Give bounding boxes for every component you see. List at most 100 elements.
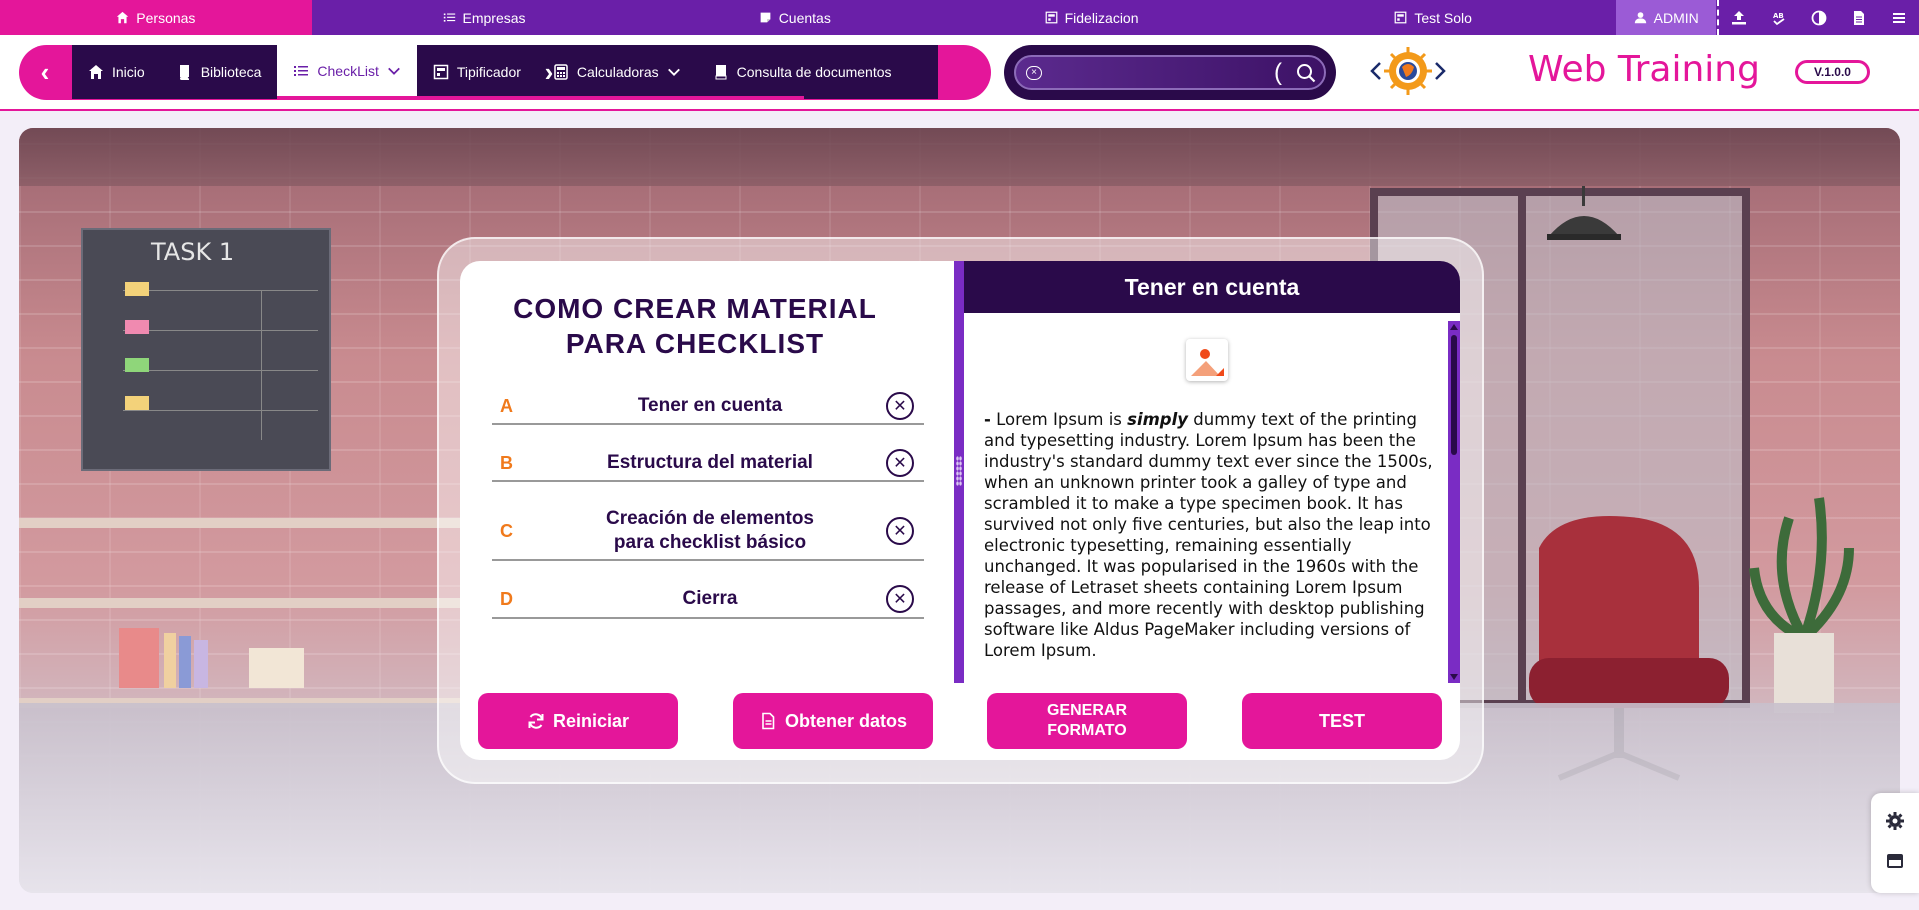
nav-item-tipificador[interactable]: Tipificador xyxy=(417,45,537,99)
tab-label: Fidelizacion xyxy=(1064,9,1139,26)
option-letter: A xyxy=(500,395,513,416)
text-start: Lorem Ipsum is xyxy=(996,410,1122,429)
list-icon xyxy=(443,13,455,22)
text-rest: dummy text of the printing and typesetti… xyxy=(984,410,1433,660)
chevron-down-icon xyxy=(667,68,680,76)
tab-label: Empresas xyxy=(462,9,526,26)
search-input[interactable] xyxy=(1048,60,1268,86)
home-icon xyxy=(89,65,103,79)
option-a[interactable]: A Tener en cuenta ✕ xyxy=(492,389,924,425)
grip-icon xyxy=(956,456,962,486)
option-label: Tener en cuenta xyxy=(637,395,783,416)
heading-line: PARA CHECKLIST xyxy=(565,328,825,359)
chevron-left-icon: ‹ xyxy=(40,57,50,87)
test-button[interactable]: TEST xyxy=(1242,693,1442,749)
nav-item-label: Biblioteca xyxy=(200,64,262,80)
tab-label: Personas xyxy=(136,9,196,26)
spelling-button[interactable]: AB xyxy=(1759,0,1799,35)
tab-label: Cuentas xyxy=(778,9,831,26)
version-badge: V.1.0.0 xyxy=(1795,60,1870,84)
book-icon xyxy=(715,65,727,80)
upload-icon xyxy=(1732,10,1746,24)
home-icon xyxy=(117,11,129,24)
toolbar-tools: AB xyxy=(1717,0,1919,35)
tab-test-solo[interactable]: Test Solo xyxy=(1250,0,1617,35)
content-panel: Tener en cuenta - Lorem Ipsum is simply … xyxy=(964,261,1460,683)
scroll-thumb[interactable] xyxy=(1451,335,1457,455)
close-icon[interactable]: ✕ xyxy=(886,449,914,477)
menu-icon xyxy=(1893,12,1905,23)
search-icon[interactable] xyxy=(1296,63,1316,83)
note-icon xyxy=(760,12,771,23)
book-icon xyxy=(179,65,189,80)
chevron-right-icon: › xyxy=(544,57,554,87)
tab-label: Test Solo xyxy=(1414,9,1472,26)
close-icon[interactable]: ✕ xyxy=(886,517,914,545)
checklist-card: COMO CREAR MATERIAL PARA CHECKLIST A Ten… xyxy=(460,261,1460,760)
panel-text: - Lorem Ipsum is simply dummy text of th… xyxy=(984,409,1434,661)
nav-items: Inicio Biblioteca CheckList Tipificador … xyxy=(72,45,938,99)
ceiling xyxy=(19,128,1900,186)
heading-line: COMO CREAR MATERIAL xyxy=(513,293,877,324)
reset-button[interactable]: Reiniciar xyxy=(478,693,678,749)
panel-resizer[interactable] xyxy=(954,261,964,683)
close-icon[interactable]: ✕ xyxy=(886,585,914,613)
panel-scrollbar[interactable] xyxy=(1448,321,1460,683)
settings-button[interactable] xyxy=(1871,801,1919,841)
checklist-heading: COMO CREAR MATERIAL PARA CHECKLIST xyxy=(490,291,900,361)
nav-item-label: Tipificador xyxy=(456,64,521,80)
button-label: GENERAR FORMATO xyxy=(1047,701,1127,741)
chevron-down-icon xyxy=(387,67,400,75)
nav-next-button[interactable]: › xyxy=(523,45,575,100)
tab-empresas[interactable]: Empresas xyxy=(312,0,657,35)
generate-format-button[interactable]: GENERAR FORMATO xyxy=(987,693,1187,749)
close-icon[interactable]: ✕ xyxy=(886,392,914,420)
menu-button[interactable] xyxy=(1879,0,1919,35)
button-label: Reiniciar xyxy=(552,710,630,731)
button-label-line: GENERAR xyxy=(1046,702,1127,719)
option-d[interactable]: D Cierra ✕ xyxy=(492,581,924,619)
tab-fidelizacion[interactable]: Fidelizacion xyxy=(933,0,1250,35)
nav-item-label: Calculadoras xyxy=(576,64,659,80)
panel-title: Tener en cuenta xyxy=(964,261,1460,313)
refresh-icon xyxy=(528,713,544,729)
window-icon xyxy=(1394,11,1407,24)
option-b[interactable]: B Estructura del material ✕ xyxy=(492,446,924,482)
tab-personas[interactable]: Personas xyxy=(0,0,312,35)
nav-item-biblioteca[interactable]: Biblioteca xyxy=(161,45,278,99)
scroll-up-icon[interactable] xyxy=(1450,324,1458,330)
option-letter: C xyxy=(500,520,513,541)
image-icon xyxy=(1186,339,1228,381)
clear-search-icon[interactable]: × xyxy=(1026,66,1042,80)
nav-item-label: CheckList xyxy=(317,62,379,79)
plant-illustration xyxy=(1749,497,1854,713)
button-label: Obtener datos xyxy=(784,710,908,731)
panel-button[interactable] xyxy=(1871,841,1919,881)
option-label-line: para checklist básico xyxy=(613,532,807,553)
scroll-down-icon[interactable] xyxy=(1450,674,1458,680)
app-title: Web Training xyxy=(1528,49,1760,90)
contrast-button[interactable] xyxy=(1799,0,1839,35)
option-c[interactable]: C Creación de elementos para checklist b… xyxy=(492,503,924,561)
window-icon xyxy=(1887,854,1903,868)
admin-button[interactable]: ADMIN xyxy=(1616,0,1716,35)
nav-item-consulta[interactable]: Consulta de documentos xyxy=(697,45,908,99)
nav-item-checklist[interactable]: CheckList xyxy=(277,45,417,99)
document-icon xyxy=(762,712,775,730)
search-box: × ( xyxy=(1004,45,1336,100)
nav-prev-button[interactable]: ‹ xyxy=(19,45,71,100)
task-board: TASK 1 xyxy=(81,228,331,471)
nav-carousel: ‹ Inicio Biblioteca CheckList Tipificado… xyxy=(19,45,991,100)
option-letter: B xyxy=(500,452,513,473)
admin-label: ADMIN xyxy=(1653,9,1699,26)
tab-cuentas[interactable]: Cuentas xyxy=(656,0,933,35)
nav-item-inicio[interactable]: Inicio xyxy=(72,45,161,99)
get-data-button[interactable]: Obtener datos xyxy=(733,693,933,749)
search-field: × ( xyxy=(1014,55,1326,90)
checklist-menu: COMO CREAR MATERIAL PARA CHECKLIST A Ten… xyxy=(460,261,954,671)
option-label: Cierra xyxy=(682,588,738,609)
option-label-line: Creación de elementos xyxy=(605,508,815,529)
contrast-icon xyxy=(1811,10,1827,25)
upload-button[interactable] xyxy=(1719,0,1759,35)
document-button[interactable] xyxy=(1839,0,1879,35)
